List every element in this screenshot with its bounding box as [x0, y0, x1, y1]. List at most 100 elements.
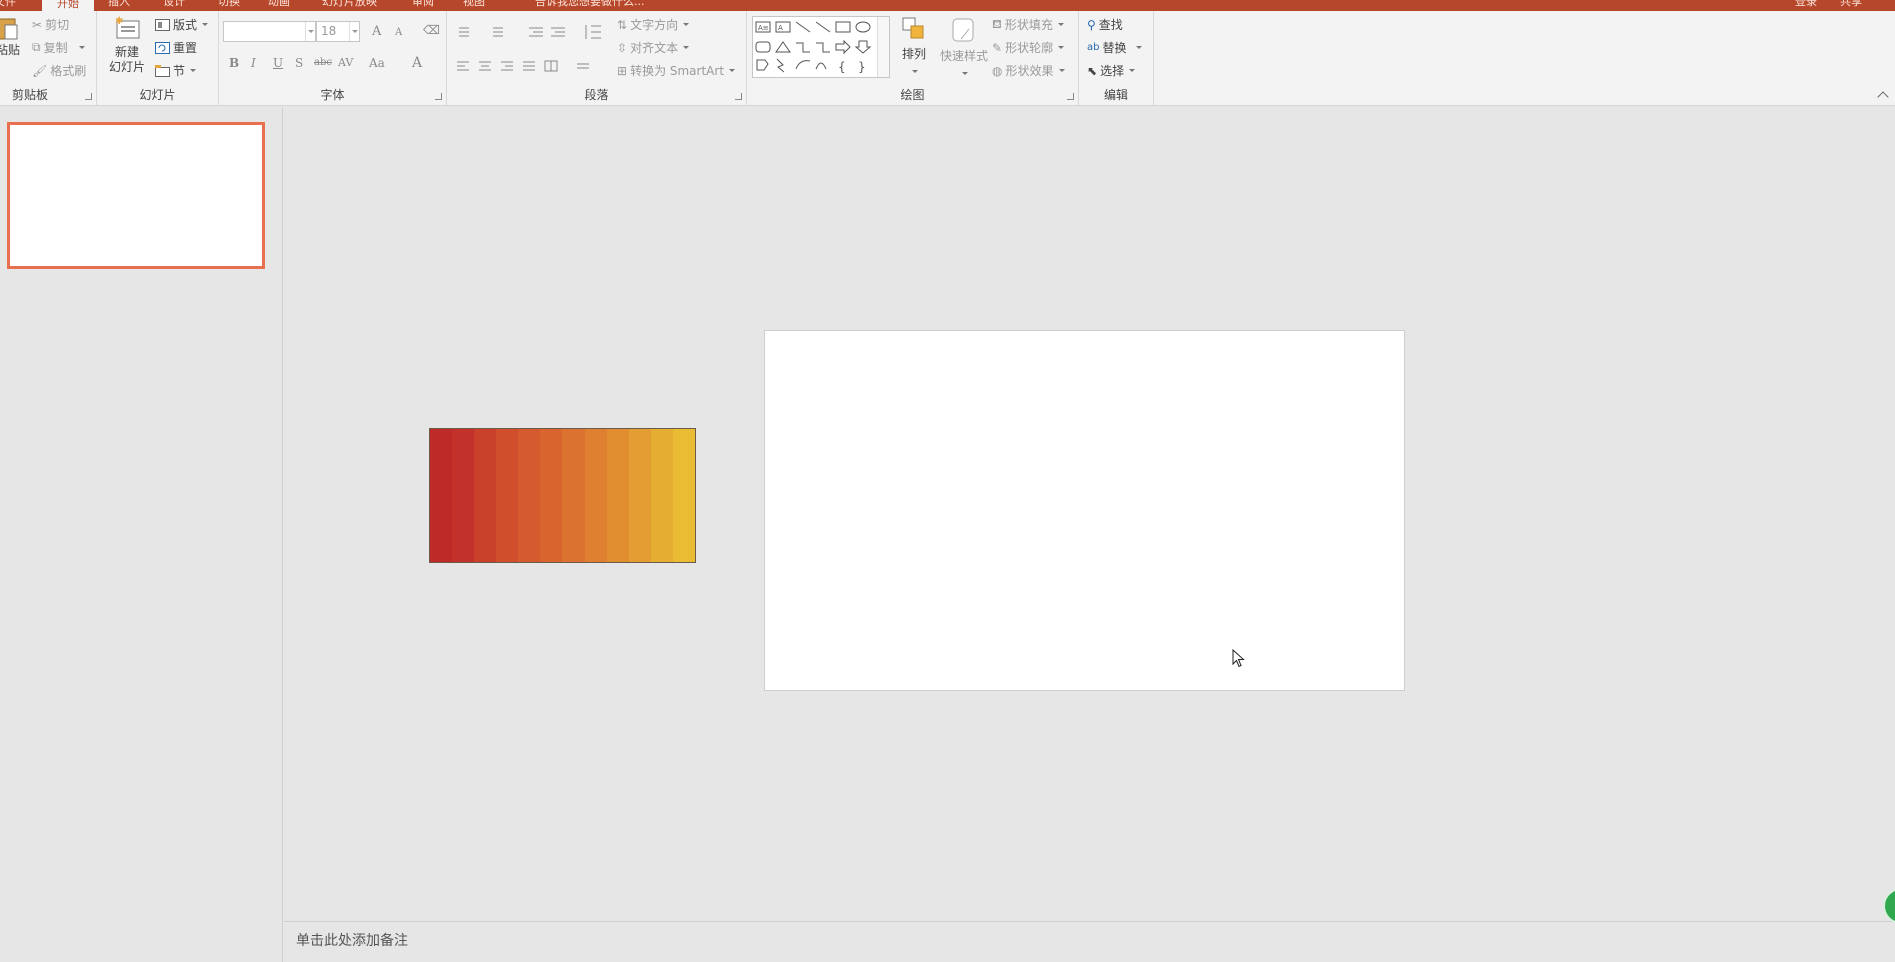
copy-label: 复制 [43, 41, 68, 55]
shapes-gallery-icons: A≡ A { } [755, 21, 872, 74]
tell-me-search[interactable]: 告诉我您想要做什么... [535, 0, 645, 11]
arrange-icon [902, 17, 924, 39]
gallery-scrollbar[interactable] [877, 17, 889, 77]
signin-link[interactable]: 登录 [1795, 0, 1817, 11]
tab-slideshow[interactable]: 幻灯片放映 [322, 0, 377, 11]
notes-placeholder: 单击此处添加备注 [296, 933, 408, 949]
shape-effects-button[interactable]: ◍ 形状效果 [992, 62, 1065, 79]
reset-button[interactable]: 重置 [155, 39, 197, 56]
chevron-down-icon[interactable] [305, 22, 315, 41]
shape-effects-label: 形状效果 [1005, 64, 1054, 78]
chevron-down-icon [1058, 69, 1065, 72]
font-name-input[interactable] [223, 21, 316, 42]
chevron-down-icon [190, 69, 197, 72]
slides-group-label: 幻灯片 [139, 88, 176, 102]
select-label: 选择 [1100, 64, 1125, 78]
shape-fill-button[interactable]: ⛾ 形状填充 [992, 16, 1064, 33]
font-group-label: 字体 [320, 88, 345, 102]
grow-font-icon[interactable]: A [372, 24, 381, 39]
dialog-launcher-icon[interactable] [1067, 93, 1074, 100]
convert-smartart-button[interactable]: ⊞ 转换为 SmartArt [617, 62, 736, 79]
slide-thumbnail-pane [0, 107, 283, 962]
bold-icon[interactable]: B [229, 56, 239, 70]
chevron-down-icon [202, 23, 209, 26]
shape-outline-label: 形状轮廓 [1005, 41, 1054, 55]
slide-thumbnail[interactable] [7, 122, 265, 269]
chevron-down-icon [729, 69, 736, 72]
font-size-value: 18 [321, 24, 337, 38]
collapse-ribbon-icon[interactable] [1877, 91, 1889, 103]
arrange-button[interactable]: 排列 [897, 15, 931, 77]
slide-canvas[interactable] [764, 330, 1405, 691]
share-button[interactable]: 共享 [1840, 0, 1862, 11]
shape-outline-button[interactable]: ✎ 形状轮廓 [992, 39, 1065, 56]
quick-styles-button[interactable]: 快速样式 [937, 15, 991, 79]
text-direction-label: 文字方向 [630, 18, 679, 32]
gradient-strip [430, 429, 453, 562]
tab-transitions[interactable]: 切换 [218, 0, 240, 11]
replace-button[interactable]: ab 替换 [1087, 39, 1142, 56]
align-text-button[interactable]: ⇳ 对齐文本 [617, 39, 690, 56]
select-button[interactable]: ⬉ 选择 [1087, 62, 1136, 79]
tab-home[interactable]: 开始 [42, 0, 94, 11]
find-button[interactable]: ⚲ 查找 [1087, 16, 1123, 33]
font-color-icon[interactable]: A [412, 55, 422, 71]
tab-view[interactable]: 视图 [463, 0, 485, 11]
notes-pane[interactable]: 单击此处添加备注 [284, 921, 1895, 962]
line-spacing-icon[interactable] [583, 23, 603, 41]
mouse-cursor-icon [1232, 649, 1245, 668]
align-text-icon: ⇳ [617, 40, 628, 55]
tab-design[interactable]: 设计 [163, 0, 185, 11]
quick-styles-icon [952, 18, 974, 42]
cut-button[interactable]: ✂ 剪切 [32, 16, 69, 33]
underline-icon[interactable]: U [273, 56, 283, 70]
text-direction-button[interactable]: ⇅ 文字方向 [617, 16, 690, 33]
section-label: 节 [173, 64, 186, 78]
paragraph-group-label: 段落 [584, 88, 609, 102]
new-slide-button[interactable]: ✱ 新建 幻灯片 [105, 15, 149, 75]
dialog-launcher-icon[interactable] [85, 93, 92, 100]
gradient-strip [518, 429, 541, 562]
chevron-down-icon[interactable] [349, 22, 359, 41]
svg-text:✱: ✱ [115, 16, 123, 27]
text-shadow-icon[interactable]: S [295, 56, 303, 70]
italic-icon[interactable]: I [251, 56, 256, 70]
shrink-font-icon[interactable]: A [395, 27, 402, 38]
alignment-icons[interactable] [455, 60, 595, 74]
tab-file[interactable]: 文件 [0, 0, 16, 11]
reset-label: 重置 [173, 41, 198, 55]
chevron-down-icon [1129, 69, 1136, 72]
font-size-input[interactable]: 18 [316, 21, 360, 42]
slide-edit-area [284, 107, 1895, 921]
tab-animations[interactable]: 动画 [268, 0, 290, 11]
search-icon: ⚲ [1087, 17, 1096, 32]
tab-review[interactable]: 审阅 [412, 0, 434, 11]
replace-icon: ab [1087, 42, 1100, 53]
change-case-icon[interactable]: Aa [369, 56, 385, 70]
svg-text:A: A [778, 24, 783, 32]
paste-button[interactable]: 粘贴 [0, 15, 20, 58]
strikethrough-icon[interactable]: abc [314, 57, 332, 68]
dialog-launcher-icon[interactable] [435, 93, 442, 100]
gradient-strip [496, 429, 519, 562]
svg-text:A≡: A≡ [758, 24, 769, 32]
title-bar: 文件 开始 插入 设计 切换 动画 幻灯片放映 审阅 视图 告诉我您想要做什么.… [0, 0, 1895, 11]
clear-format-icon[interactable]: ⌫ [423, 23, 440, 37]
format-painter-button[interactable]: 🖌 格式刷 [32, 62, 86, 79]
gradient-strip [606, 429, 629, 562]
char-spacing-icon[interactable]: AV [338, 56, 353, 69]
shapes-gallery[interactable]: A≡ A { } [752, 16, 890, 78]
quick-styles-label: 快速样式 [939, 49, 988, 63]
copy-button[interactable]: ⧉ 复制 [32, 39, 85, 56]
format-painter-label: 格式刷 [50, 64, 87, 78]
dialog-launcher-icon[interactable] [735, 93, 742, 100]
list-indent-icons[interactable] [455, 25, 575, 39]
layout-button[interactable]: 版式 [155, 16, 209, 33]
chevron-down-icon [78, 46, 85, 49]
paragraph-group: ⇅ 文字方向 ⇳ 对齐文本 ⊞ 转换为 SmartArt 段落 [447, 11, 747, 106]
gradient-strip [562, 429, 585, 562]
chevron-down-icon [962, 72, 968, 75]
tab-insert[interactable]: 插入 [108, 0, 130, 11]
section-button[interactable]: 节 [155, 62, 197, 79]
gradient-rectangle-shape[interactable] [429, 428, 696, 563]
